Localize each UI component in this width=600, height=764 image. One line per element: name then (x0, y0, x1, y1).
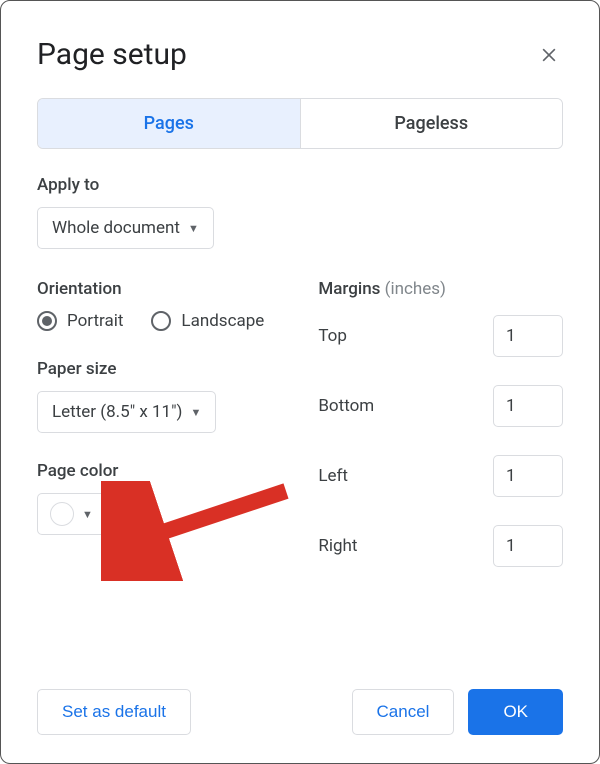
right-buttons: Cancel OK (352, 689, 563, 735)
close-button[interactable] (535, 41, 563, 69)
close-icon (539, 45, 559, 65)
tab-bar: Pages Pageless (37, 98, 563, 149)
ok-button[interactable]: OK (468, 689, 563, 735)
orientation-portrait[interactable]: Portrait (37, 311, 123, 331)
margin-right-input[interactable] (493, 525, 563, 567)
paper-size-dropdown[interactable]: Letter (8.5" x 11") ▼ (37, 391, 216, 433)
margin-left-label: Left (318, 466, 348, 486)
set-default-button[interactable]: Set as default (37, 689, 191, 735)
color-swatch (50, 502, 74, 526)
margin-top-input[interactable] (493, 315, 563, 357)
page-color-dropdown[interactable]: ▼ (37, 493, 106, 535)
chevron-down-icon: ▼ (188, 222, 199, 235)
margins-label-text: Margins (318, 279, 384, 299)
margin-left-row: Left (318, 455, 563, 497)
orientation-landscape[interactable]: Landscape (151, 311, 264, 331)
radio-icon (37, 311, 57, 331)
apply-to-section: Apply to Whole document ▼ (37, 175, 563, 249)
margin-top-row: Top (318, 315, 563, 357)
chevron-down-icon: ▼ (82, 508, 93, 521)
cancel-button[interactable]: Cancel (352, 689, 455, 735)
page-setup-dialog: Page setup Pages Pageless Apply to Whole… (0, 0, 600, 764)
margin-bottom-label: Bottom (318, 396, 374, 416)
tab-pageless[interactable]: Pageless (300, 99, 563, 148)
right-column: Margins (inches) Top Bottom Left Right (318, 279, 563, 595)
chevron-down-icon: ▼ (190, 406, 201, 419)
portrait-label: Portrait (67, 311, 123, 331)
landscape-label: Landscape (181, 311, 264, 331)
apply-to-label: Apply to (37, 175, 563, 195)
tab-pages[interactable]: Pages (38, 99, 300, 148)
radio-icon (151, 311, 171, 331)
paper-size-value: Letter (8.5" x 11") (52, 402, 182, 422)
margin-top-label: Top (318, 326, 347, 346)
margins-units-hint: (inches) (385, 279, 446, 299)
paper-size-label: Paper size (37, 359, 318, 379)
main-columns: Orientation Portrait Landscape Paper siz… (37, 279, 563, 595)
dialog-title: Page setup (37, 37, 187, 72)
apply-to-value: Whole document (52, 218, 180, 238)
title-row: Page setup (37, 37, 563, 72)
margins-label: Margins (inches) (318, 279, 563, 299)
margin-left-input[interactable] (493, 455, 563, 497)
orientation-options: Portrait Landscape (37, 311, 318, 331)
margin-bottom-row: Bottom (318, 385, 563, 427)
left-column: Orientation Portrait Landscape Paper siz… (37, 279, 318, 595)
margin-right-label: Right (318, 536, 357, 556)
page-color-label: Page color (37, 461, 318, 481)
apply-to-dropdown[interactable]: Whole document ▼ (37, 207, 214, 249)
button-row: Set as default Cancel OK (37, 689, 563, 735)
margin-right-row: Right (318, 525, 563, 567)
margin-bottom-input[interactable] (493, 385, 563, 427)
orientation-label: Orientation (37, 279, 318, 299)
